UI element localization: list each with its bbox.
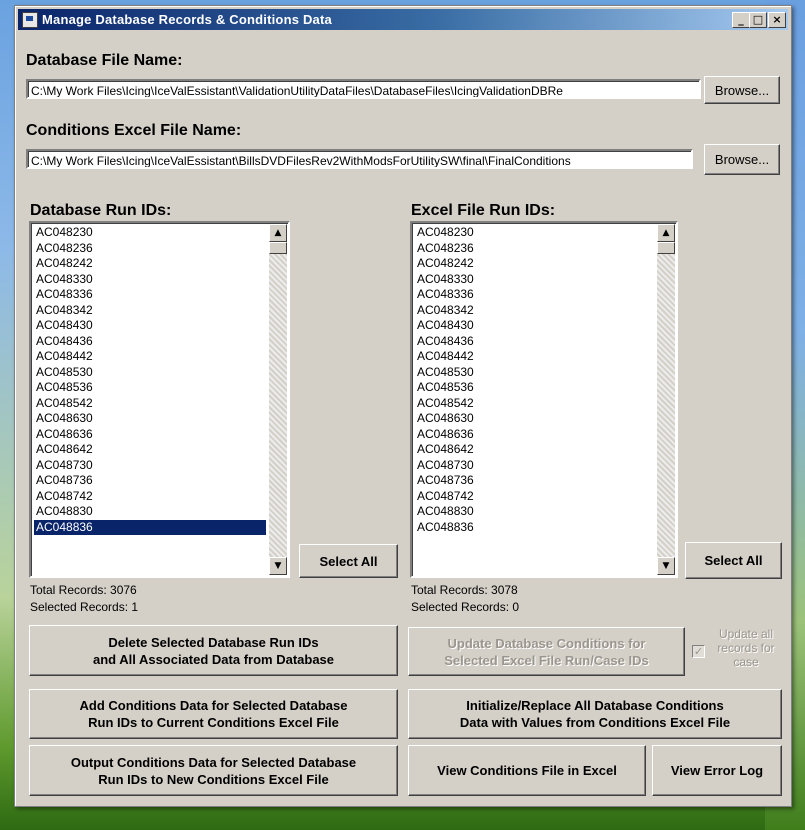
list-item[interactable]: AC048336	[415, 287, 654, 303]
delete-selected-button[interactable]: Delete Selected Database Run IDs and All…	[29, 625, 398, 676]
scroll-thumb[interactable]	[657, 242, 675, 254]
list-item[interactable]: AC048636	[415, 427, 654, 443]
database-file-input[interactable]: C:\My Work Files\Icing\IceValEssistant\V…	[26, 79, 701, 99]
list-item[interactable]: AC048742	[415, 489, 654, 505]
db-select-all-button[interactable]: Select All	[299, 544, 398, 578]
list-item[interactable]: AC048536	[415, 380, 654, 396]
excel-run-ids-list[interactable]: AC048230 AC048236 AC048242 AC048330 AC048336…	[410, 221, 678, 578]
view-conditions-file-button[interactable]: View Conditions File in Excel	[408, 745, 646, 796]
list-item[interactable]: AC048242	[415, 256, 654, 272]
manage-records-window: Manage Database Records & Conditions Dat…	[14, 5, 792, 807]
update-all-records-checkbox[interactable]: ✓	[692, 645, 705, 658]
list-item[interactable]: AC048230	[34, 225, 266, 241]
view-error-log-button[interactable]: View Error Log	[652, 745, 782, 796]
list-item[interactable]: AC048436	[34, 334, 266, 350]
list-item[interactable]: AC048236	[34, 241, 266, 257]
excel-selected-records: Selected Records: 0	[411, 600, 520, 614]
list-item[interactable]: AC048530	[415, 365, 654, 381]
list-item[interactable]: AC048730	[415, 458, 654, 474]
excel-run-ids-items: AC048230 AC048236 AC048242 AC048330 AC048336…	[415, 225, 654, 535]
scroll-down-icon[interactable]: ▼	[657, 557, 675, 575]
list-item[interactable]: AC048736	[415, 473, 654, 489]
list-item[interactable]: AC048830	[415, 504, 654, 520]
list-item[interactable]: AC048742	[34, 489, 266, 505]
list-item[interactable]: AC048836	[34, 519, 266, 535]
database-run-ids-list[interactable]: AC048230 AC048236 AC048242 AC048330 AC048336…	[29, 221, 290, 578]
list-item[interactable]: AC048536	[34, 380, 266, 396]
list-item[interactable]: AC048630	[34, 411, 266, 427]
list-item[interactable]: AC048330	[34, 272, 266, 288]
minimize-button[interactable]: _	[732, 12, 750, 28]
initialize-replace-button[interactable]: Initialize/Replace All Database Conditio…	[408, 689, 782, 739]
list-item[interactable]: AC048642	[34, 442, 266, 458]
list-item[interactable]: AC048542	[34, 396, 266, 412]
list-item[interactable]: AC048430	[415, 318, 654, 334]
list-item[interactable]: AC048836	[415, 520, 654, 536]
scroll-up-icon[interactable]: ▲	[657, 224, 675, 242]
excel-list-scrollbar[interactable]: ▲ ▼	[657, 224, 675, 575]
window-title: Manage Database Records & Conditions Dat…	[42, 12, 332, 27]
list-item[interactable]: AC048636	[34, 427, 266, 443]
browse-conditions-button[interactable]: Browse...	[704, 144, 780, 175]
database-run-ids-items: AC048230 AC048236 AC048242 AC048330 AC048336…	[34, 225, 266, 535]
list-item[interactable]: AC048530	[34, 365, 266, 381]
scroll-down-icon[interactable]: ▼	[269, 557, 287, 575]
list-item[interactable]: AC048442	[34, 349, 266, 365]
database-list-scrollbar[interactable]: ▲ ▼	[269, 224, 287, 575]
list-item[interactable]: AC048830	[34, 504, 266, 520]
list-item[interactable]: AC048436	[415, 334, 654, 350]
list-item[interactable]: AC048342	[415, 303, 654, 319]
maximize-button[interactable]: □	[749, 12, 767, 28]
browse-database-button[interactable]: Browse...	[704, 76, 780, 104]
list-item[interactable]: AC048330	[415, 272, 654, 288]
list-item[interactable]: AC048442	[415, 349, 654, 365]
list-item[interactable]: AC048336	[34, 287, 266, 303]
conditions-file-label: Conditions Excel File Name:	[26, 122, 242, 139]
list-item[interactable]: AC048630	[415, 411, 654, 427]
list-item[interactable]: AC048242	[34, 256, 266, 272]
db-total-records: Total Records: 3076	[30, 583, 137, 597]
list-item[interactable]: AC048430	[34, 318, 266, 334]
list-item[interactable]: AC048542	[415, 396, 654, 412]
update-conditions-button[interactable]: Update Database Conditions for Selected …	[408, 627, 685, 676]
output-conditions-button[interactable]: Output Conditions Data for Selected Data…	[29, 745, 398, 796]
update-all-records-label: Update all records for case	[717, 627, 775, 669]
add-conditions-button[interactable]: Add Conditions Data for Selected Databas…	[29, 689, 398, 739]
excel-select-all-button[interactable]: Select All	[685, 542, 782, 579]
list-item[interactable]: AC048230	[415, 225, 654, 241]
app-icon	[22, 12, 38, 28]
database-file-label: Database File Name:	[26, 52, 183, 69]
close-button[interactable]: ×	[768, 12, 786, 28]
db-selected-records: Selected Records: 1	[30, 600, 139, 614]
title-bar[interactable]: Manage Database Records & Conditions Dat…	[18, 9, 788, 30]
excel-run-ids-label: Excel File Run IDs:	[411, 202, 556, 219]
conditions-file-input[interactable]: C:\My Work Files\Icing\IceValEssistant\B…	[26, 149, 693, 169]
excel-total-records: Total Records: 3078	[411, 583, 518, 597]
list-item[interactable]: AC048342	[34, 303, 266, 319]
list-item[interactable]: AC048236	[415, 241, 654, 257]
database-run-ids-label: Database Run IDs:	[30, 202, 172, 219]
list-item[interactable]: AC048642	[415, 442, 654, 458]
scroll-up-icon[interactable]: ▲	[269, 224, 287, 242]
list-item[interactable]: AC048730	[34, 458, 266, 474]
list-item[interactable]: AC048736	[34, 473, 266, 489]
scroll-thumb[interactable]	[269, 242, 287, 254]
